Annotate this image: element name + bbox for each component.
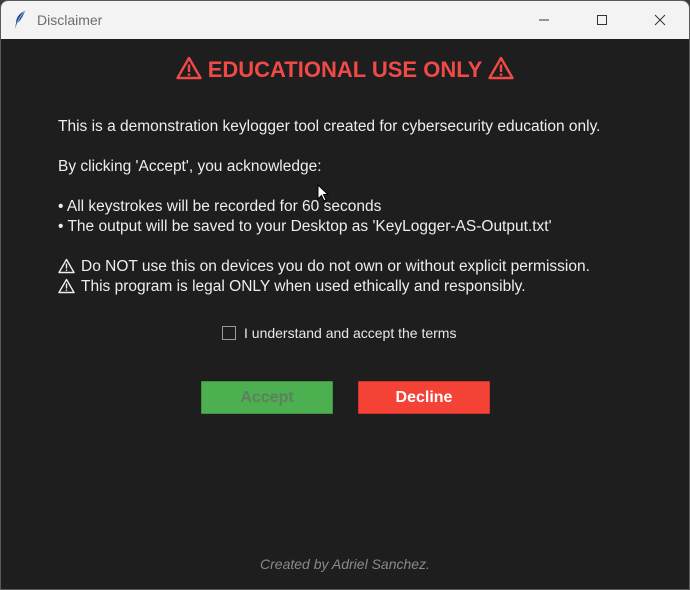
credit-text: Created by Adriel Sanchez. [260,556,430,572]
decline-button[interactable]: Decline [358,381,490,414]
warning-line: Do NOT use this on devices you do not ow… [58,258,590,279]
maximize-icon [596,14,608,26]
warning-icon [488,56,515,86]
title-bar[interactable]: Disclaimer [1,1,689,39]
warning-icon [58,278,75,299]
accept-button[interactable]: Accept [201,381,333,414]
minimize-button[interactable] [515,1,573,39]
bullet-item: • The output will be saved to your Deskt… [58,218,552,235]
warning-line: This program is legal ONLY when used eth… [58,278,526,299]
checkbox-label: I understand and accept the terms [244,325,457,341]
page-title: EDUCATIONAL USE ONLY [1,56,689,86]
bullet-item: • All keystrokes will be recorded for 60… [58,198,382,215]
close-icon [654,14,666,26]
heading-text: EDUCATIONAL USE ONLY [207,57,483,82]
accept-terms-checkbox[interactable]: I understand and accept the terms [222,325,456,341]
window-title: Disclaimer [37,12,103,28]
feather-icon [13,10,27,30]
minimize-icon [538,14,550,26]
acknowledge-text: By clicking 'Accept', you acknowledge: [58,158,322,175]
warning-icon [175,56,202,86]
disclaimer-window: Disclaimer EDUCATIONAL USE ONLY This is … [0,0,690,590]
dialog-content: EDUCATIONAL USE ONLY This is a demonstra… [1,39,689,589]
warning-text: This program is legal ONLY when used eth… [81,278,526,295]
warning-icon [58,258,75,279]
intro-text: This is a demonstration keylogger tool c… [58,118,601,135]
warning-text: Do NOT use this on devices you do not ow… [81,258,590,275]
close-button[interactable] [631,1,689,39]
mouse-cursor-icon [317,183,330,202]
checkbox-box[interactable] [222,326,236,340]
maximize-button[interactable] [573,1,631,39]
